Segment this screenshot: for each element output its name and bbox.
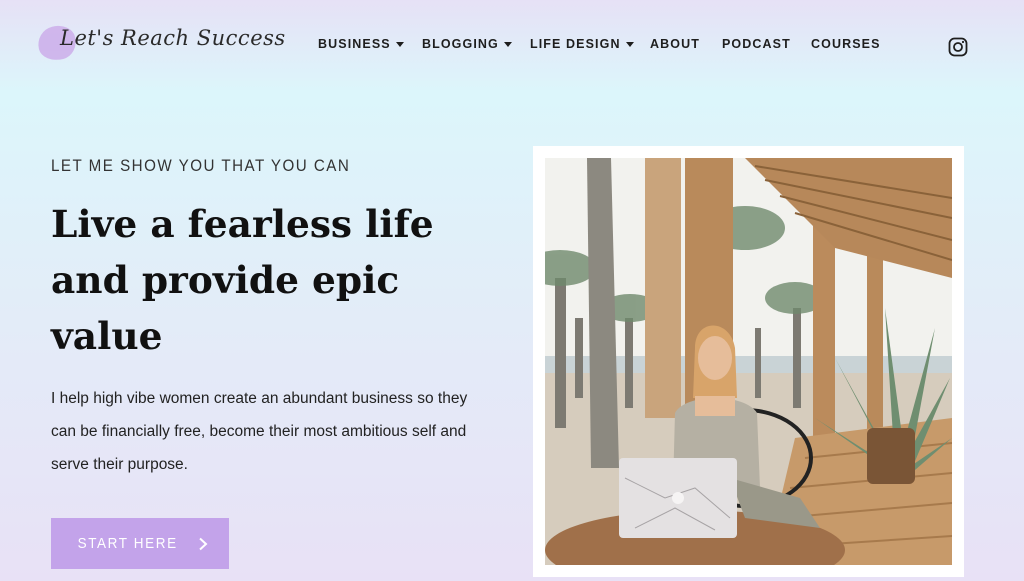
caret-down-icon [625, 41, 634, 47]
hero-photo-frame [533, 146, 964, 577]
hero-photo [545, 158, 952, 565]
hero-description: I help high vibe women create an abundan… [51, 390, 468, 473]
hero-eyebrow: LET ME SHOW YOU THAT YOU CAN [51, 157, 351, 175]
nav-item-about[interactable]: ABOUT [650, 36, 722, 52]
nav-item-blogging[interactable]: BLOGGING [422, 36, 530, 52]
start-here-label: START HERE [77, 535, 179, 552]
chevron-right-icon [198, 537, 208, 550]
nav-item-podcast[interactable]: PODCAST [722, 36, 811, 52]
hero-headline: Live a fearless life and provide epic va… [51, 202, 434, 358]
nav-item-life-design[interactable]: LIFE DESIGN [530, 36, 650, 52]
caret-down-icon [503, 41, 512, 47]
nav-item-courses[interactable]: COURSES [811, 36, 881, 52]
start-here-button[interactable]: START HERE [51, 518, 229, 569]
site-logo[interactable]: Let's Reach Success [34, 21, 285, 66]
instagram-icon[interactable] [948, 37, 968, 57]
site-header: Let's Reach Success BUSINESS BLOGGING LI… [0, 0, 1024, 90]
main-nav: BUSINESS BLOGGING LIFE DESIGN ABOUT PODC… [318, 36, 881, 52]
nav-item-business[interactable]: BUSINESS [318, 36, 422, 52]
logo-text: Let's Reach Success [60, 26, 286, 50]
caret-down-icon [395, 41, 404, 47]
